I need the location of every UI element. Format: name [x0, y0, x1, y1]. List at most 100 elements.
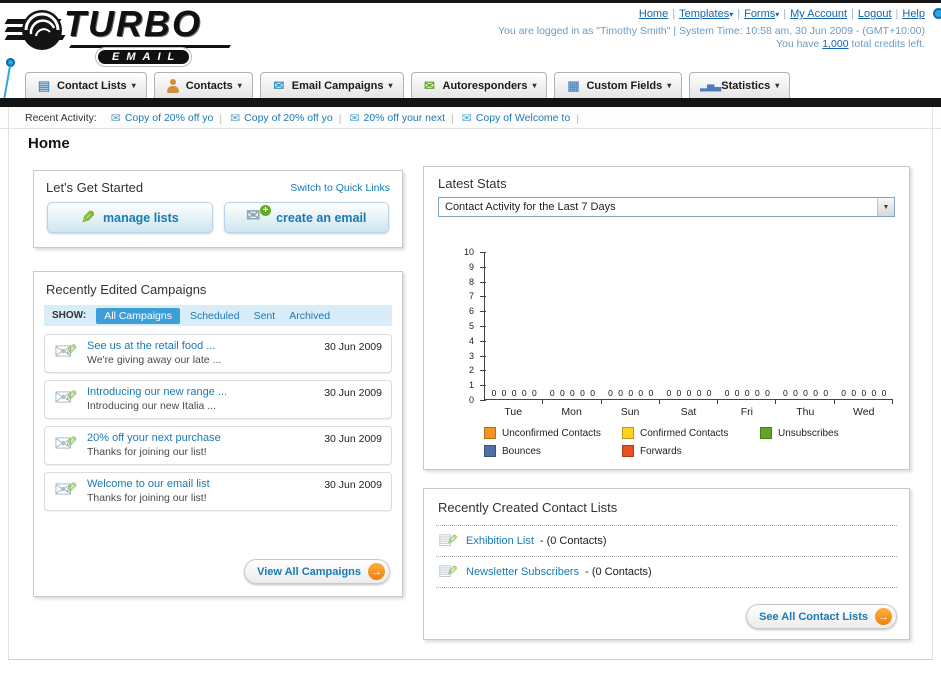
contact-list-link[interactable]: Newsletter Subscribers: [466, 566, 579, 578]
campaigns-title: Recently Edited Campaigns: [46, 282, 207, 297]
tab-custom-fields[interactable]: Custom Fields ▾: [554, 72, 683, 98]
chart-legend: Unconfirmed Contacts Confirmed Contacts Un…: [484, 427, 901, 463]
campaign-subtitle: Introducing our new Italia ...: [87, 400, 216, 412]
separator: |: [851, 8, 854, 20]
separator: |: [338, 112, 342, 125]
arrow-right-icon: →: [875, 608, 892, 625]
filter-sent[interactable]: Sent: [254, 310, 276, 322]
envelope-pencil-icon: [54, 385, 82, 414]
header-link-logout[interactable]: Logout: [858, 8, 892, 20]
chart-y-axis: 0 1 2 3 4 5 6 7 8 9 10: [424, 247, 486, 405]
y-tick-label: 7: [468, 291, 474, 302]
campaign-item[interactable]: Introducing our new range ...Introducing…: [44, 380, 392, 419]
logo-title: TURBO: [64, 3, 202, 44]
chevron-down-icon: ▾: [729, 10, 734, 19]
campaign-subtitle: Thanks for joining our list!: [87, 492, 207, 504]
switch-quick-links-link[interactable]: Switch to Quick Links: [290, 182, 390, 194]
recent-activity-link[interactable]: 20% off your next: [349, 111, 446, 125]
tab-email-campaigns[interactable]: Email Campaigns ▾: [259, 72, 404, 98]
header-link-templates[interactable]: Templates ▾: [679, 8, 733, 20]
chart-group: 0 0 0 0 0: [718, 252, 777, 404]
recent-activity-text: Copy of Welcome to: [475, 111, 571, 124]
contacts-icon: [165, 78, 181, 93]
create-email-button[interactable]: create an email: [223, 202, 389, 233]
filter-all-campaigns[interactable]: All Campaigns: [96, 307, 180, 324]
chevron-down-icon: ▾: [532, 81, 537, 90]
legend-label: Unsubscribes: [778, 427, 839, 439]
header-link-help[interactable]: Help: [902, 8, 925, 20]
tab-autoresponders[interactable]: Autoresponders ▾: [410, 72, 548, 98]
chart-group: 0 0 0 0 0: [485, 252, 544, 404]
y-tick-label: 10: [463, 247, 474, 257]
logo-swirl-icon: [22, 10, 62, 50]
recent-activity-text: Copy of 20% off yo: [244, 111, 333, 124]
envelope-plus-icon: [246, 205, 272, 226]
activity-chart: 0 0 0 0 0 0 0 0 0 0 0 0 0 0 0 0 0 0 0 0 0 0 …: [484, 252, 894, 404]
legend-item: Bounces: [484, 445, 622, 457]
see-all-contact-lists-button[interactable]: See All Contact Lists →: [745, 604, 897, 629]
tab-statistics[interactable]: Statistics ▾: [689, 72, 791, 98]
chart-x-axis: Tue Mon Sun Sat Fri Thu Wed: [484, 406, 893, 418]
campaign-subtitle: We're giving away our late ...: [87, 354, 222, 366]
separator: |: [672, 8, 676, 20]
campaign-list: See us at the retail food ...We're givin…: [34, 326, 402, 519]
stats-range-select[interactable]: Contact Activity for the Last 7 Days ▼: [438, 197, 895, 217]
tab-label: Statistics: [721, 79, 771, 92]
manage-lists-button[interactable]: manage lists: [47, 202, 213, 233]
contact-list-items: Exhibition List - (0 Contacts) Newsletter…: [424, 526, 909, 588]
recent-activity-text: Copy of 20% off yo: [124, 111, 214, 124]
contact-list-item: Exhibition List - (0 Contacts): [436, 526, 897, 557]
filter-archived[interactable]: Archived: [289, 310, 330, 322]
separator: |: [737, 8, 741, 20]
chevron-down-icon: ▾: [131, 81, 136, 90]
chart-values: 0 0 0 0 0: [666, 388, 712, 398]
get-started-title: Let's Get Started: [46, 180, 144, 195]
campaign-filters: SHOW: All Campaigns Scheduled Sent Archived: [44, 305, 392, 326]
campaign-item[interactable]: Welcome to our email listThanks for join…: [44, 472, 392, 511]
filter-scheduled[interactable]: Scheduled: [190, 310, 240, 322]
chevron-down-icon: ▾: [667, 81, 672, 90]
y-tick-label: 5: [468, 321, 474, 331]
y-tick-label: 6: [468, 306, 474, 317]
envelope-icon: [111, 111, 121, 125]
tab-label: Contact Lists: [57, 79, 127, 92]
credits-link[interactable]: 1,000: [822, 38, 848, 50]
tab-contact-lists[interactable]: Contact Lists ▾: [25, 72, 147, 98]
recent-activity-link[interactable]: Copy of Welcome to: [462, 111, 570, 125]
x-axis-label: Tue: [504, 406, 523, 418]
contact-lists-icon: [36, 79, 52, 93]
turbo-email-dashboard: TURBO EMAIL Home | Templates ▾ | Forms ▾ | My …: [0, 0, 941, 683]
nav-divider-bar: [0, 98, 941, 107]
email-campaigns-icon: [271, 79, 287, 93]
x-axis-label: Wed: [853, 406, 875, 418]
contact-list-link[interactable]: Exhibition List: [466, 535, 534, 547]
chevron-down-icon: ▾: [237, 81, 242, 90]
chart-group: 0 0 0 0 0: [602, 252, 661, 404]
logo-subtitle: EMAIL: [98, 50, 190, 64]
view-all-campaigns-button[interactable]: View All Campaigns →: [244, 559, 390, 584]
page-title: Home: [28, 135, 70, 152]
header-link-forms[interactable]: Forms ▾: [744, 8, 779, 20]
campaign-item[interactable]: 20% off your next purchaseThanks for joi…: [44, 426, 392, 465]
legend-label: Confirmed Contacts: [640, 427, 729, 439]
envelope-pencil-icon: [54, 339, 82, 368]
campaign-item[interactable]: See us at the retail food ...We're givin…: [44, 334, 392, 373]
stats-title: Latest Stats: [438, 176, 507, 191]
x-axis-label: Thu: [796, 406, 815, 418]
recent-activity-link[interactable]: Copy of 20% off yo: [111, 111, 214, 125]
header-link-home[interactable]: Home: [639, 8, 668, 20]
separator: |: [451, 112, 454, 125]
recent-activity-text: 20% off your next: [363, 111, 446, 124]
footer-line: [8, 659, 933, 660]
legend-swatch: [622, 427, 634, 439]
select-arrow-icon: ▼: [877, 198, 894, 216]
tab-contacts[interactable]: Contacts ▾: [153, 72, 253, 98]
y-tick-label: 0: [468, 395, 474, 405]
recent-activity-label: Recent Activity:: [25, 111, 97, 124]
recent-activity-link[interactable]: Copy of 20% off yo: [230, 111, 333, 125]
legend-item: Confirmed Contacts: [622, 427, 760, 439]
legend-item: Unconfirmed Contacts: [484, 427, 622, 439]
header-link-my-account[interactable]: My Account: [790, 8, 847, 20]
view-all-campaigns-label: View All Campaigns: [257, 565, 361, 578]
turbo-email-logo: TURBO EMAIL: [4, 3, 266, 67]
